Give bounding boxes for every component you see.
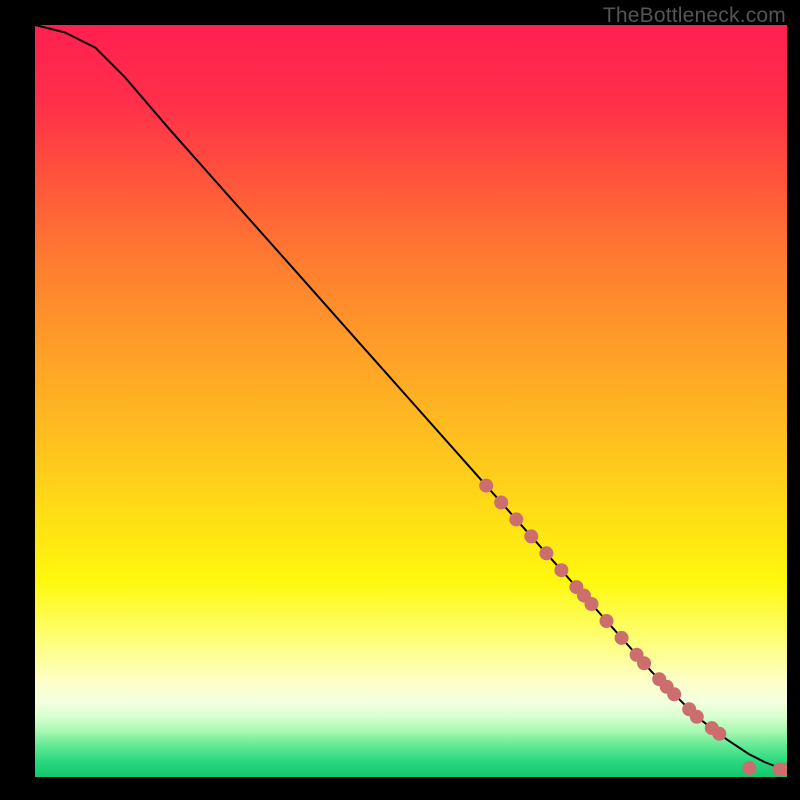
data-point <box>554 563 568 577</box>
data-point <box>509 512 523 526</box>
bottleneck-curve <box>35 25 787 770</box>
data-point <box>524 529 538 543</box>
data-point <box>742 761 756 775</box>
data-point <box>667 687 681 701</box>
data-point <box>585 597 599 611</box>
data-point <box>539 546 553 560</box>
data-point <box>615 631 629 645</box>
data-point <box>494 496 508 510</box>
data-point <box>600 614 614 628</box>
data-point <box>690 710 704 724</box>
data-points <box>479 479 787 777</box>
data-point <box>637 656 651 670</box>
watermark-text: TheBottleneck.com <box>603 4 786 28</box>
data-point <box>712 727 726 741</box>
chart-overlay <box>35 25 787 777</box>
plot-area <box>35 25 787 777</box>
data-point <box>479 479 493 493</box>
chart-frame: TheBottleneck.com <box>0 0 800 800</box>
